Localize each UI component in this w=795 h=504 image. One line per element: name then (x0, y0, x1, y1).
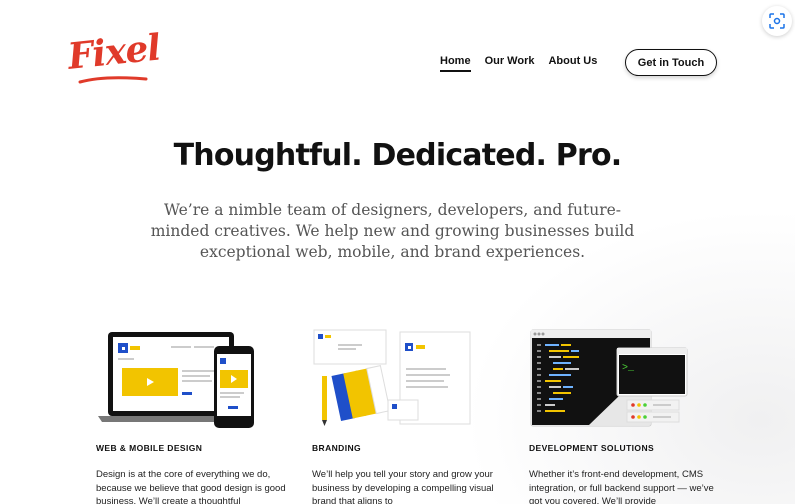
hero-headline: Thoughtful. Dedicated. Pro. (173, 138, 623, 173)
service-branding: BRANDING We’ll help you tell your story … (312, 326, 512, 504)
service-description: Whether it’s front-end development, CMS … (529, 469, 714, 504)
logo-wordmark: Fixel (65, 26, 162, 78)
service-title: DEVELOPMENT SOLUTIONS (529, 443, 655, 453)
service-web-mobile: WEB & MOBILE DESIGN Design is at the cor… (96, 326, 296, 504)
get-in-touch-button[interactable]: Get in Touch (625, 49, 717, 76)
nav-our-work[interactable]: Our Work (485, 55, 535, 72)
page: Fixel Home Our Work About Us Get in Touc… (0, 0, 795, 504)
code-editor-illustration: >_ (529, 326, 729, 430)
scan-button[interactable] (762, 6, 792, 36)
fixel-logo[interactable]: Fixel (66, 26, 162, 86)
nav-about-us[interactable]: About Us (548, 55, 597, 72)
scan-icon (769, 13, 785, 29)
hero-subhead: We’re a nimble team of designers, develo… (150, 201, 635, 261)
service-description: We’ll help you tell your story and grow … (312, 469, 494, 504)
devices-illustration (96, 326, 296, 430)
stationery-illustration (312, 326, 512, 430)
svg-text:>_: >_ (622, 363, 635, 374)
service-title: BRANDING (312, 443, 362, 453)
nav-home[interactable]: Home (440, 55, 471, 72)
service-title: WEB & MOBILE DESIGN (96, 443, 203, 453)
service-description: Design is at the core of everything we d… (96, 469, 286, 504)
logo-swash-icon (78, 76, 148, 84)
main-nav: Home Our Work About Us (440, 55, 597, 72)
service-development: >_ DEVELOPMENT SOLUTIONS Whether it’s fr… (529, 326, 729, 504)
